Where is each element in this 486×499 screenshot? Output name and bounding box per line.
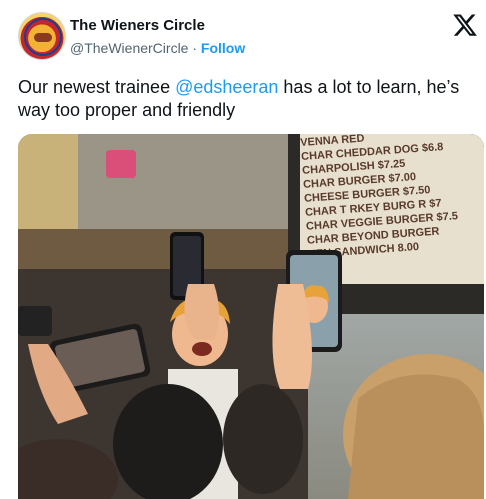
follow-button[interactable]: Follow bbox=[201, 40, 245, 56]
crowd-head bbox=[223, 384, 303, 494]
avatar[interactable] bbox=[18, 12, 66, 60]
crowd-head-dark bbox=[113, 384, 223, 499]
tweet-text: Our newest trainee @edsheeran has a lot … bbox=[18, 76, 468, 122]
tweet-text-part: Our newest trainee bbox=[18, 77, 176, 97]
phone-far-left bbox=[18, 306, 52, 336]
building-center bbox=[78, 134, 288, 229]
hotdog-icon bbox=[34, 33, 52, 42]
author-display-name[interactable]: The Wieners Circle bbox=[70, 17, 245, 35]
crowd-hair bbox=[348, 374, 484, 499]
tweet-card: The Wieners Circle @TheWienerCircle · Fo… bbox=[0, 0, 486, 499]
tweet-photo[interactable]: VENNA RED CHAR CHEDDAR DOG $6.8 CHARPOLI… bbox=[18, 134, 484, 499]
separator-dot: · bbox=[192, 40, 198, 56]
photo-illustration: VENNA RED CHAR CHEDDAR DOG $6.8 CHARPOLI… bbox=[18, 134, 484, 499]
author-handle-row: @TheWienerCircle · Follow bbox=[70, 40, 245, 57]
author-handle[interactable]: @TheWienerCircle bbox=[70, 40, 188, 56]
mention-link[interactable]: @edsheeran bbox=[175, 77, 278, 97]
x-logo-icon[interactable] bbox=[452, 13, 478, 37]
author-block: The Wieners Circle @TheWienerCircle · Fo… bbox=[70, 17, 245, 57]
phone-reflection bbox=[106, 150, 136, 178]
person-mouth bbox=[192, 342, 212, 356]
tweet-header: The Wieners Circle @TheWienerCircle · Fo… bbox=[18, 12, 478, 62]
awning bbox=[18, 229, 308, 269]
raised-hand-right bbox=[272, 284, 312, 389]
